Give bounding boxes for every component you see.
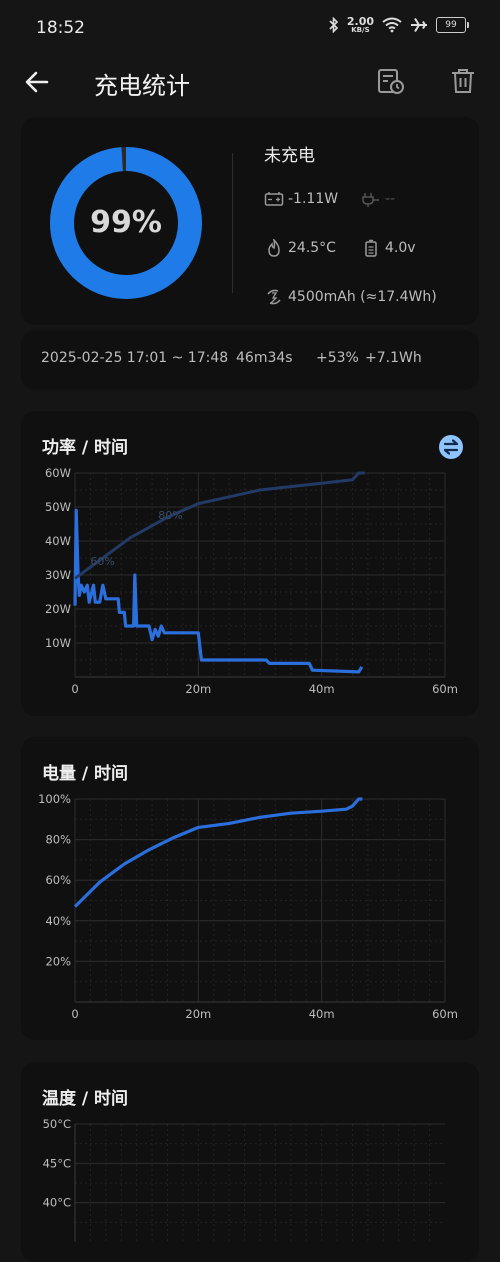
battery-plus-minus-icon	[264, 192, 284, 206]
charging-state: 未充电	[264, 146, 315, 166]
session-summary-card[interactable]: 2025-02-25 17:01 ~ 17:48 46m34s +53% +7.…	[21, 330, 479, 390]
status-time: 18:52	[36, 18, 85, 38]
series-inline-label: 60%	[90, 555, 114, 568]
app-bar: 充电统计	[0, 58, 500, 106]
page-title: 充电统计	[94, 72, 190, 100]
series-line	[73, 797, 363, 908]
capacity-stat: 4500mAh (≈17.4Wh)	[264, 288, 437, 306]
session-energy: +7.1Wh	[365, 350, 422, 366]
battery-summary-card: 99% 未充电 -1.11W -- 24.5°C 4.0v 4500mAh (≈…	[21, 117, 479, 325]
session-time-range: 2025-02-25 17:01 ~ 17:48	[41, 350, 229, 366]
y-tick-label: 50°C	[43, 1117, 71, 1131]
y-tick-label: 50W	[45, 500, 71, 514]
divider	[232, 153, 233, 293]
bluetooth-icon	[329, 17, 338, 33]
x-tick-label: 60m	[432, 682, 458, 696]
chart-title: 温度 / 时间	[42, 1089, 129, 1109]
battery-cycle-icon	[267, 289, 281, 305]
battery-icon	[365, 239, 377, 257]
swap-icon	[443, 439, 459, 455]
power-value: -1.11W	[288, 191, 339, 207]
session-duration: 46m34s	[236, 350, 293, 366]
y-tick-label: 30W	[45, 568, 71, 582]
x-tick-label: 20m	[185, 682, 211, 696]
battery-indicator: 99	[436, 17, 469, 33]
y-tick-label: 10W	[45, 636, 71, 650]
chart-title: 功率 / 时间	[42, 438, 129, 458]
swap-chart-button[interactable]	[439, 435, 463, 459]
airplane-mode-icon	[411, 17, 427, 33]
power-chart-card: 10W 20W 30W 40W 50W 60W 0 20m 40m 60m 60% 80% 功率 / …	[21, 411, 479, 716]
x-tick-label: 0	[71, 682, 78, 696]
history-icon[interactable]	[376, 66, 406, 96]
session-percent-delta: +53%	[316, 350, 359, 366]
flame-icon	[268, 239, 280, 257]
x-tick-label: 20m	[185, 1007, 211, 1021]
y-tick-label: 40%	[45, 914, 71, 928]
y-tick-label: 20%	[45, 954, 71, 968]
x-tick-label: 60m	[432, 1007, 458, 1021]
series-inline-label: 80%	[158, 509, 182, 522]
level-chart-card: 20% 40% 60% 80% 100% 0 20m 40m 60m 电量 / 时间	[21, 737, 479, 1040]
chart-title: 电量 / 时间	[42, 764, 129, 784]
y-tick-label: 80%	[45, 833, 71, 847]
y-tick-label: 60%	[45, 873, 71, 887]
status-bar: 18:52 2.00 KB/S 99	[0, 0, 500, 58]
plug-value: --	[385, 191, 396, 207]
y-tick-label: 100%	[38, 792, 71, 806]
wifi-icon	[382, 17, 402, 33]
y-tick-label: 40W	[45, 534, 71, 548]
network-speed: 2.00 KB/S	[346, 15, 374, 34]
plug-icon	[362, 193, 379, 207]
voltage-value: 4.0v	[385, 240, 416, 256]
x-tick-label: 40m	[309, 1007, 335, 1021]
x-tick-label: 40m	[309, 682, 335, 696]
temperature-chart-card: 40°C 45°C 50°C 温度 / 时间	[21, 1062, 479, 1262]
y-tick-label: 60W	[45, 466, 71, 480]
series-line	[73, 508, 364, 674]
battery-percent: 99%	[90, 205, 162, 240]
temperature-stat: 24.5°C	[264, 239, 336, 257]
capacity-value: 4500mAh (≈17.4Wh)	[288, 289, 437, 305]
y-tick-label: 20W	[45, 602, 71, 616]
battery-ring: 99%	[49, 146, 203, 300]
voltage-stat: 4.0v	[361, 239, 416, 257]
x-tick-label: 0	[71, 1007, 78, 1021]
power-stat: -1.11W	[264, 190, 338, 208]
plug-stat: --	[361, 190, 395, 208]
temperature-value: 24.5°C	[288, 240, 336, 256]
y-tick-label: 45°C	[43, 1156, 71, 1170]
back-arrow-icon[interactable]	[22, 66, 54, 98]
trash-icon[interactable]	[448, 66, 478, 96]
